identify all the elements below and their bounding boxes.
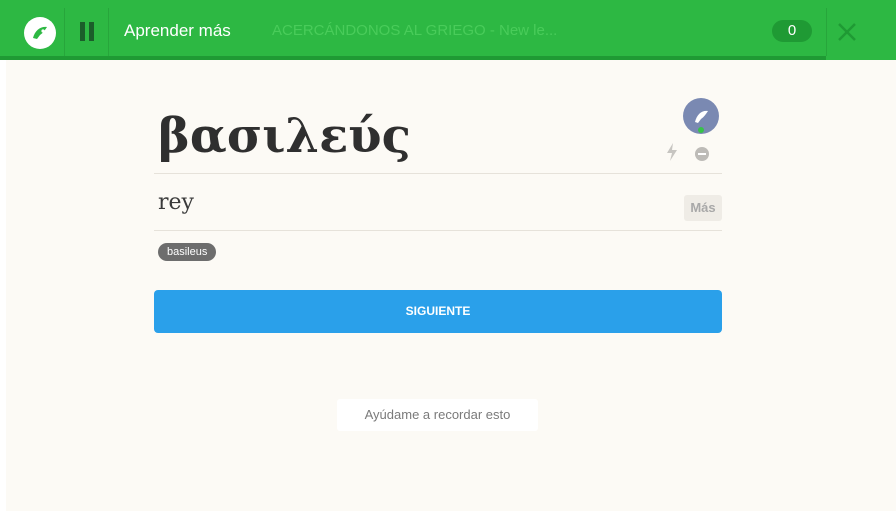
pause-button[interactable]	[72, 16, 102, 46]
target-word: βασιλεύς	[158, 108, 411, 164]
divider	[154, 230, 722, 231]
header-divider	[108, 8, 109, 56]
mode-label: Aprender más	[124, 21, 231, 40]
status-dot	[698, 127, 704, 133]
close-icon[interactable]	[836, 21, 858, 43]
word-meaning: rey	[158, 190, 194, 215]
header-divider	[826, 8, 827, 56]
pause-icon	[89, 21, 94, 41]
help-remember-button[interactable]: Ayúdame a recordar esto	[337, 399, 538, 431]
top-bar: Aprender más ACERCÁNDONOS AL GRIEGO - Ne…	[0, 0, 896, 60]
divider	[154, 173, 722, 174]
header-divider	[64, 8, 65, 56]
memrise-logo-icon[interactable]	[24, 17, 56, 49]
more-button[interactable]: Más	[684, 195, 722, 221]
learning-area	[6, 60, 896, 511]
course-title: ACERCÁNDONOS AL GRIEGO - New le...	[272, 22, 558, 39]
pause-icon	[80, 21, 85, 41]
minus-circle-icon[interactable]	[694, 146, 710, 162]
next-button[interactable]: SIGUIENTE	[154, 290, 722, 333]
lightning-icon[interactable]	[666, 143, 678, 161]
transliteration-tag: basileus	[158, 243, 217, 261]
score-badge: 0	[772, 20, 812, 42]
